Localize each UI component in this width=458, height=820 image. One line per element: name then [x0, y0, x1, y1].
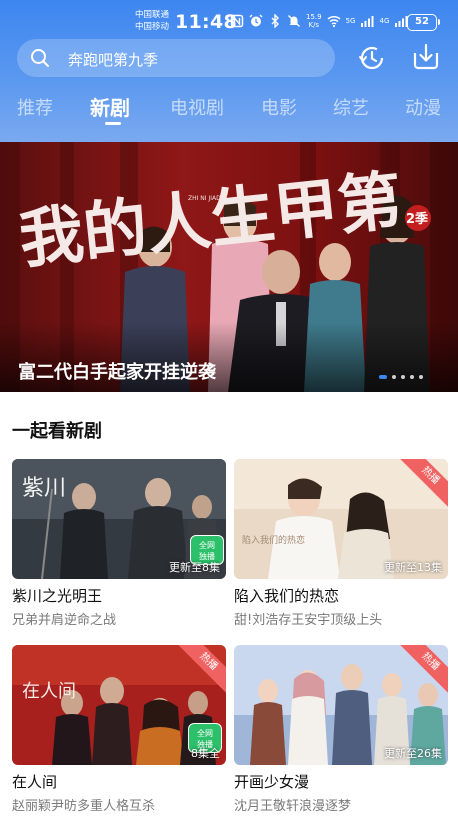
net-4g-label: 4G	[379, 17, 390, 25]
poster-title: 紫川	[22, 476, 66, 501]
search-icon	[31, 49, 49, 67]
battery-indicator: 52	[407, 14, 440, 31]
drama-poster: 在人间 热播 全网 独播 8集全	[12, 645, 226, 765]
nfc-icon	[230, 14, 244, 28]
category-tabs: 推荐 新剧 电视剧 电影 综艺 动漫	[0, 90, 458, 130]
history-button[interactable]	[357, 43, 387, 73]
bluetooth-icon	[271, 14, 279, 28]
drama-poster: 陷入我们的热恋 热播 更新至13集	[234, 459, 448, 579]
episode-count: 更新至26集	[384, 747, 442, 760]
drama-title: 开画少女漫	[234, 773, 310, 791]
network-speed: 15.9 K/s	[306, 13, 322, 29]
drama-card[interactable]: 陷入我们的热恋 热播 更新至13集 陷入我们的热恋 甜!刘浩存王安宇顶级上头	[234, 459, 448, 628]
tab-tv-series[interactable]: 电视剧	[170, 94, 224, 120]
drama-title: 紫川之光明王	[12, 587, 103, 605]
tab-variety[interactable]: 综艺	[333, 94, 369, 120]
episode-count: 8集全	[191, 747, 220, 760]
carousel-dot[interactable]	[419, 375, 423, 379]
drama-subtitle: 甜!刘浩存王安宇顶级上头	[234, 613, 383, 628]
status-icons: 15.9 K/s 5G 4G	[230, 13, 408, 29]
search-placeholder: 奔跑吧第九季	[68, 51, 159, 69]
clock: 11:48	[175, 11, 237, 33]
carrier-names: 中国联通 中国移动	[135, 9, 169, 33]
drama-card[interactable]: 热播 更新至26集 开画少女漫 沈月王敬轩浪漫逐梦	[234, 645, 448, 814]
net-speed-value: 15.9	[306, 13, 322, 21]
drama-subtitle: 兄弟并肩逆命之战	[12, 613, 117, 628]
carousel-dots	[379, 375, 423, 379]
drama-title: 陷入我们的热恋	[234, 587, 340, 605]
drama-title: 在人间	[12, 773, 58, 791]
banner-season-tag: 2季	[406, 211, 428, 227]
episode-count: 更新至8集	[169, 561, 220, 574]
carrier-1: 中国联通	[135, 10, 170, 20]
tab-indicator	[105, 122, 121, 125]
drama-subtitle: 赵丽颖尹昉多重人格互杀	[12, 799, 156, 814]
poster-title: 陷入我们的热恋	[242, 534, 305, 546]
signal-5g-icon	[361, 16, 374, 27]
carousel-dot[interactable]	[401, 375, 405, 379]
mute-bell-icon	[288, 15, 300, 27]
status-bar: 中国联通 中国移动 11:48 15.9 K/s 5G 4G 52	[0, 0, 458, 38]
banner-caption: 富二代白手起家开挂逆袭	[18, 362, 216, 383]
alarm-icon	[249, 14, 263, 27]
featured-banner[interactable]: 我的人生甲第 ZHI NI JIADI 2季 富二代白手起家开挂逆袭	[0, 142, 458, 392]
wifi-icon	[327, 15, 341, 28]
tab-anime[interactable]: 动漫	[405, 94, 441, 120]
drama-poster: 热播 更新至26集	[234, 645, 448, 765]
episode-count: 更新至13集	[384, 561, 442, 574]
drama-subtitle: 沈月王敬轩浪漫逐梦	[234, 799, 352, 814]
carousel-dot[interactable]	[392, 375, 396, 379]
drama-card[interactable]: 紫川 全网 独播 更新至8集 紫川之光明王 兄弟并肩逆命之战	[12, 459, 226, 628]
tab-movies[interactable]: 电影	[261, 94, 297, 120]
search-bar[interactable]: 奔跑吧第九季	[17, 39, 335, 77]
section-title: 一起看新剧	[12, 421, 102, 442]
banner-pinyin: ZHI NI JIADI	[188, 195, 223, 202]
drama-card[interactable]: 在人间 热播 全网 独播 8集全 在人间 赵丽颖尹昉多重人格互杀	[12, 645, 226, 814]
tab-recommend[interactable]: 推荐	[17, 94, 53, 120]
net-speed-unit: K/s	[308, 21, 320, 29]
carousel-dot[interactable]	[410, 375, 414, 379]
download-button[interactable]	[411, 42, 441, 72]
tab-new-drama[interactable]: 新剧	[90, 92, 130, 121]
net-5g-label: 5G	[345, 17, 356, 25]
poster-title: 在人间	[22, 681, 76, 702]
drama-poster: 紫川 全网 独播 更新至8集	[12, 459, 226, 579]
carousel-dot[interactable]	[379, 375, 387, 379]
carrier-2: 中国移动	[135, 22, 170, 32]
